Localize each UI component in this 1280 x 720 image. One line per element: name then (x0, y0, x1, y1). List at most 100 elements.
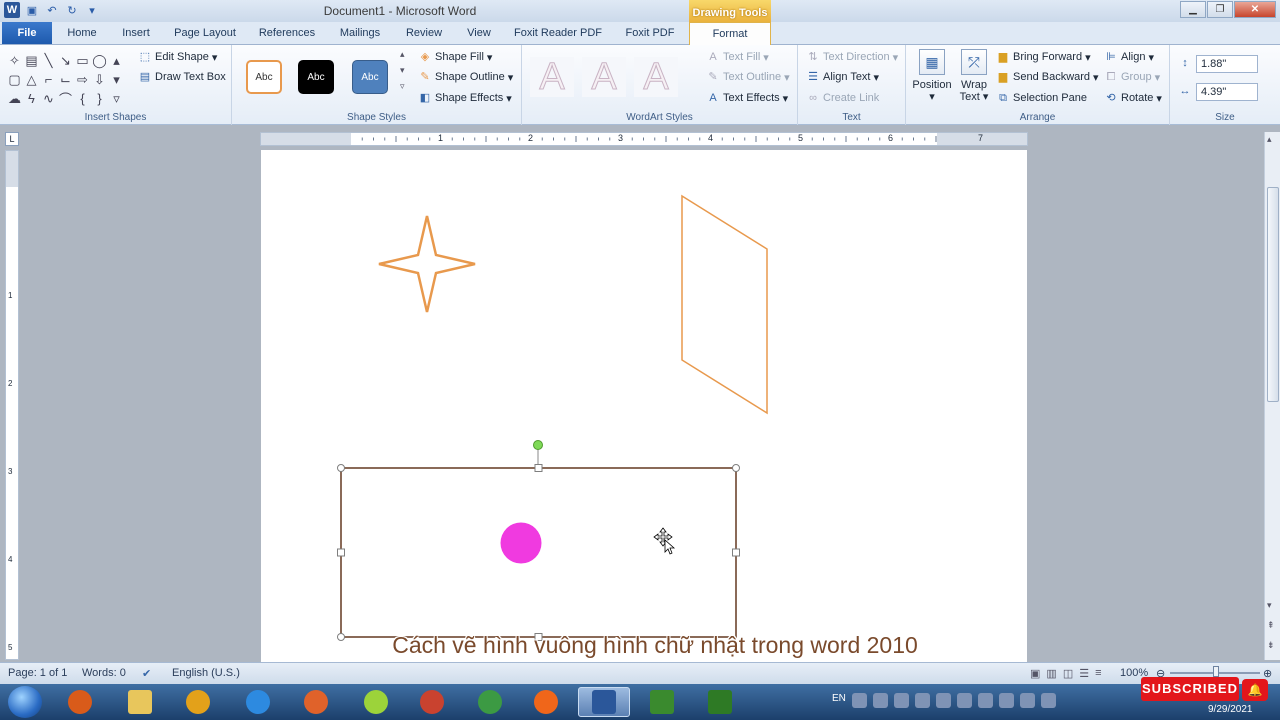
taskbar-camtasia-button[interactable] (636, 687, 688, 717)
web-layout-icon[interactable]: ◫ (1063, 667, 1073, 680)
text-outline-button[interactable]: ✎ Text Outline ▾ (706, 70, 789, 84)
shape-style-orange-outline[interactable]: Abc (246, 60, 282, 94)
text-effects-button[interactable]: A Text Effects ▾ (706, 91, 788, 105)
group-button[interactable]: ⧠ Group ▾ (1104, 70, 1161, 84)
magenta-circle-shape[interactable] (500, 522, 542, 564)
tab-review[interactable]: Review (400, 25, 448, 45)
taskbar-camtasia-button[interactable] (694, 687, 746, 717)
shape-fill-button[interactable]: ◈ Shape Fill ▾ (418, 50, 493, 64)
tab-mailings[interactable]: Mailings (334, 25, 386, 45)
draw-text-box-button[interactable]: ▤ Draw Text Box (138, 70, 226, 84)
elbow-connector-icon[interactable]: ⌐ (40, 70, 57, 89)
resize-handle-left[interactable] (337, 548, 345, 557)
scroll-up-icon[interactable]: ▴ (1267, 134, 1272, 145)
subscribed-badge[interactable]: SUBSCRIBED (1141, 677, 1239, 701)
proofing-icon[interactable]: ✔ (142, 667, 151, 680)
arrow-line-shape-icon[interactable]: ↘ (57, 51, 74, 70)
shape-width-input[interactable]: 4.39" (1196, 83, 1258, 101)
tray-app-8-icon[interactable] (1040, 693, 1056, 708)
tray-network-icon[interactable] (893, 693, 909, 708)
shape-effects-button[interactable]: ◧ Shape Effects ▾ (418, 91, 512, 105)
shape-styles-scroll[interactable]: ▴ ▾ ▿ (400, 49, 405, 92)
selection-pane-button[interactable]: ⧉ Selection Pane (996, 91, 1087, 105)
zoom-slider-thumb[interactable] (1213, 666, 1219, 677)
taskbar-chrome-button[interactable] (172, 687, 224, 717)
cloud-shape-icon[interactable]: ☁ (6, 89, 23, 108)
tab-view[interactable]: View (460, 25, 498, 45)
word-count[interactable]: Words: 0 (82, 667, 126, 679)
resize-handle-top[interactable] (534, 464, 543, 472)
rounded-rect-shape-icon[interactable]: ▢ (6, 70, 23, 89)
resize-handle-top-left[interactable] (337, 464, 345, 472)
textbox-shape-icon[interactable]: ▤ (23, 51, 40, 70)
curve-shape-icon[interactable]: ∿ (40, 89, 57, 108)
tab-foxit-reader-pdf[interactable]: Foxit Reader PDF (512, 25, 604, 45)
vertical-scrollbar[interactable]: ▴ ▾ ⇞ ⇟ (1264, 132, 1280, 660)
create-link-button[interactable]: ∞ Create Link (806, 91, 879, 105)
tray-app-1-icon[interactable] (851, 693, 867, 708)
rotate-handle[interactable] (533, 440, 543, 450)
tray-app-7-icon[interactable] (1019, 693, 1035, 708)
right-brace-shape-icon[interactable]: } (91, 89, 108, 108)
vertical-ruler[interactable]: 1 2 3 4 5 (5, 150, 19, 660)
language-status[interactable]: English (U.S.) (172, 667, 240, 679)
wordart-style-2[interactable]: A (582, 57, 626, 98)
previous-page-icon[interactable]: ⇞ (1267, 620, 1275, 631)
notification-bell-icon[interactable]: 🔔 (1242, 679, 1268, 701)
shapes-gallery[interactable]: ✧ ▤ ╲ ↘ ▭ ◯ ▴ ▢ △ ⌐ ⌙ ⇨ ⇩ ▾ ☁ ϟ ∿ ⌒ { } … (6, 51, 130, 108)
down-arrow-shape-icon[interactable]: ⇩ (91, 70, 108, 89)
taskbar-media-player-button[interactable] (54, 687, 106, 717)
taskbar-file-explorer-button[interactable] (114, 687, 166, 717)
tab-file[interactable]: File (2, 22, 52, 44)
triangle-shape-icon[interactable]: △ (23, 70, 40, 89)
taskbar-chrome-button[interactable] (406, 687, 458, 717)
horizontal-ruler[interactable]: 1 2 3 4 5 6 7 (260, 132, 1028, 146)
resize-handle-top-right[interactable] (732, 464, 740, 472)
styles-up-icon[interactable]: ▴ (400, 49, 405, 60)
oval-shape-icon[interactable]: ◯ (91, 51, 108, 70)
wordart-style-3[interactable]: A (634, 57, 678, 98)
taskbar-chrome-button[interactable] (464, 687, 516, 717)
gallery-more-icon[interactable]: ▿ (108, 89, 125, 108)
tray-app-3-icon[interactable] (935, 693, 951, 708)
start-button[interactable] (8, 686, 42, 718)
gallery-up-icon[interactable]: ▴ (108, 51, 125, 70)
elbow-arrow-icon[interactable]: ⌙ (57, 70, 74, 89)
shape-style-blue-fill[interactable]: Abc (352, 60, 388, 94)
position-button[interactable]: ▦ Position ▾ (910, 49, 954, 103)
tab-format[interactable]: Format (689, 22, 771, 46)
text-fill-button[interactable]: A Text Fill ▾ (706, 50, 768, 64)
minimize-button[interactable]: ▁ (1180, 1, 1206, 18)
styles-down-icon[interactable]: ▾ (400, 65, 405, 76)
outline-view-icon[interactable]: ☰ (1079, 667, 1089, 680)
tab-foxit-pdf[interactable]: Foxit PDF (620, 25, 680, 45)
taskbar-basketball-app-button[interactable] (290, 687, 342, 717)
tray-app-2-icon[interactable] (872, 693, 888, 708)
bring-forward-button[interactable]: ▆ Bring Forward ▾ (996, 50, 1091, 64)
tab-insert[interactable]: Insert (116, 25, 156, 45)
tray-volume-icon[interactable] (914, 693, 930, 708)
star-shape-icon[interactable]: ✧ (6, 51, 23, 70)
full-screen-reading-icon[interactable]: ▥ (1046, 667, 1056, 680)
wrap-text-button[interactable]: ⤱ Wrap Text ▾ (956, 49, 992, 103)
shape-style-black-fill[interactable]: Abc (298, 60, 334, 94)
taskbar-unikey-button[interactable] (350, 687, 402, 717)
scroll-down-icon[interactable]: ▾ (1267, 600, 1272, 611)
line-shape-icon[interactable]: ╲ (40, 51, 57, 70)
input-language[interactable]: EN (832, 693, 846, 708)
resize-handle-right[interactable] (732, 548, 740, 557)
four-point-star-shape[interactable] (378, 215, 476, 313)
taskbar-internet-explorer-button[interactable] (232, 687, 284, 717)
right-arrow-shape-icon[interactable]: ⇨ (74, 70, 91, 89)
scrollbar-thumb[interactable] (1267, 187, 1279, 402)
draft-view-icon[interactable]: ≡ (1095, 667, 1101, 680)
gallery-down-icon[interactable]: ▾ (108, 70, 125, 89)
parallelogram-shape[interactable] (681, 194, 768, 415)
wordart-style-1[interactable]: A (530, 57, 574, 98)
close-button[interactable]: ✕ (1234, 1, 1276, 18)
text-direction-button[interactable]: ⇅ Text Direction ▾ (806, 50, 898, 64)
tab-selector[interactable]: L (5, 132, 19, 146)
print-layout-icon[interactable]: ▣ (1030, 667, 1040, 680)
left-brace-shape-icon[interactable]: { (74, 89, 91, 108)
shape-height-input[interactable]: 1.88" (1196, 55, 1258, 73)
